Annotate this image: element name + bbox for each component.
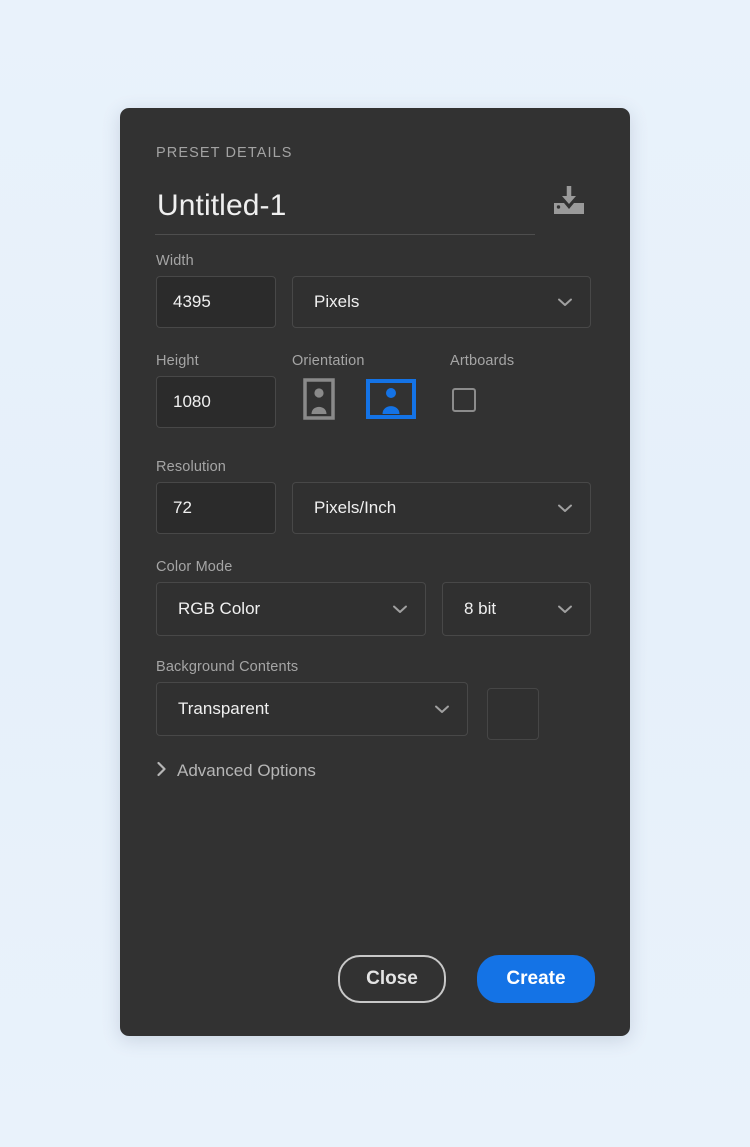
artboards-checkbox[interactable] xyxy=(452,388,476,412)
chevron-down-icon xyxy=(390,599,410,619)
bit-depth-value: 8 bit xyxy=(464,599,497,618)
bit-depth-dropdown[interactable]: 8 bit xyxy=(442,582,591,636)
width-unit-value: Pixels xyxy=(314,292,360,311)
height-label: Height xyxy=(156,353,199,369)
create-button[interactable]: Create xyxy=(477,955,595,1003)
background-color-swatch[interactable] xyxy=(487,688,539,740)
chevron-right-icon xyxy=(156,761,168,782)
close-button[interactable]: Close xyxy=(338,955,446,1003)
document-name-input[interactable] xyxy=(157,189,527,223)
resolution-unit-dropdown[interactable]: Pixels/Inch xyxy=(292,482,591,534)
width-input[interactable] xyxy=(156,276,276,328)
landscape-icon xyxy=(366,379,416,419)
background-contents-dropdown[interactable]: Transparent xyxy=(156,682,468,736)
preset-details-header: PRESET DETAILS xyxy=(156,145,293,161)
orientation-label: Orientation xyxy=(292,353,365,369)
page-backdrop: PRESET DETAILS Width Pixels Height xyxy=(0,0,750,1147)
save-preset-glyph xyxy=(554,186,584,214)
portrait-icon xyxy=(303,378,335,420)
resolution-label: Resolution xyxy=(156,459,227,475)
advanced-options-label: Advanced Options xyxy=(177,761,316,780)
landscape-orientation-button[interactable] xyxy=(365,376,417,422)
artboards-label: Artboards xyxy=(450,353,515,369)
chevron-down-icon xyxy=(555,599,575,619)
color-mode-label: Color Mode xyxy=(156,559,233,575)
height-input[interactable] xyxy=(156,376,276,428)
save-preset-icon[interactable] xyxy=(546,178,592,222)
background-contents-value: Transparent xyxy=(178,699,270,718)
new-document-preset-details-panel: PRESET DETAILS Width Pixels Height xyxy=(120,108,630,1036)
portrait-orientation-button[interactable] xyxy=(300,376,338,422)
width-label: Width xyxy=(156,253,194,269)
width-unit-dropdown[interactable]: Pixels xyxy=(292,276,591,328)
advanced-options-toggle[interactable]: Advanced Options xyxy=(156,758,316,784)
resolution-input[interactable] xyxy=(156,482,276,534)
chevron-down-icon xyxy=(555,498,575,518)
color-mode-dropdown[interactable]: RGB Color xyxy=(156,582,426,636)
document-name-underline xyxy=(155,234,535,235)
resolution-unit-value: Pixels/Inch xyxy=(314,498,397,517)
chevron-down-icon xyxy=(432,699,452,719)
chevron-down-icon xyxy=(555,292,575,312)
document-name-row xyxy=(155,183,595,245)
background-contents-label: Background Contents xyxy=(156,659,299,675)
color-mode-value: RGB Color xyxy=(178,599,261,618)
